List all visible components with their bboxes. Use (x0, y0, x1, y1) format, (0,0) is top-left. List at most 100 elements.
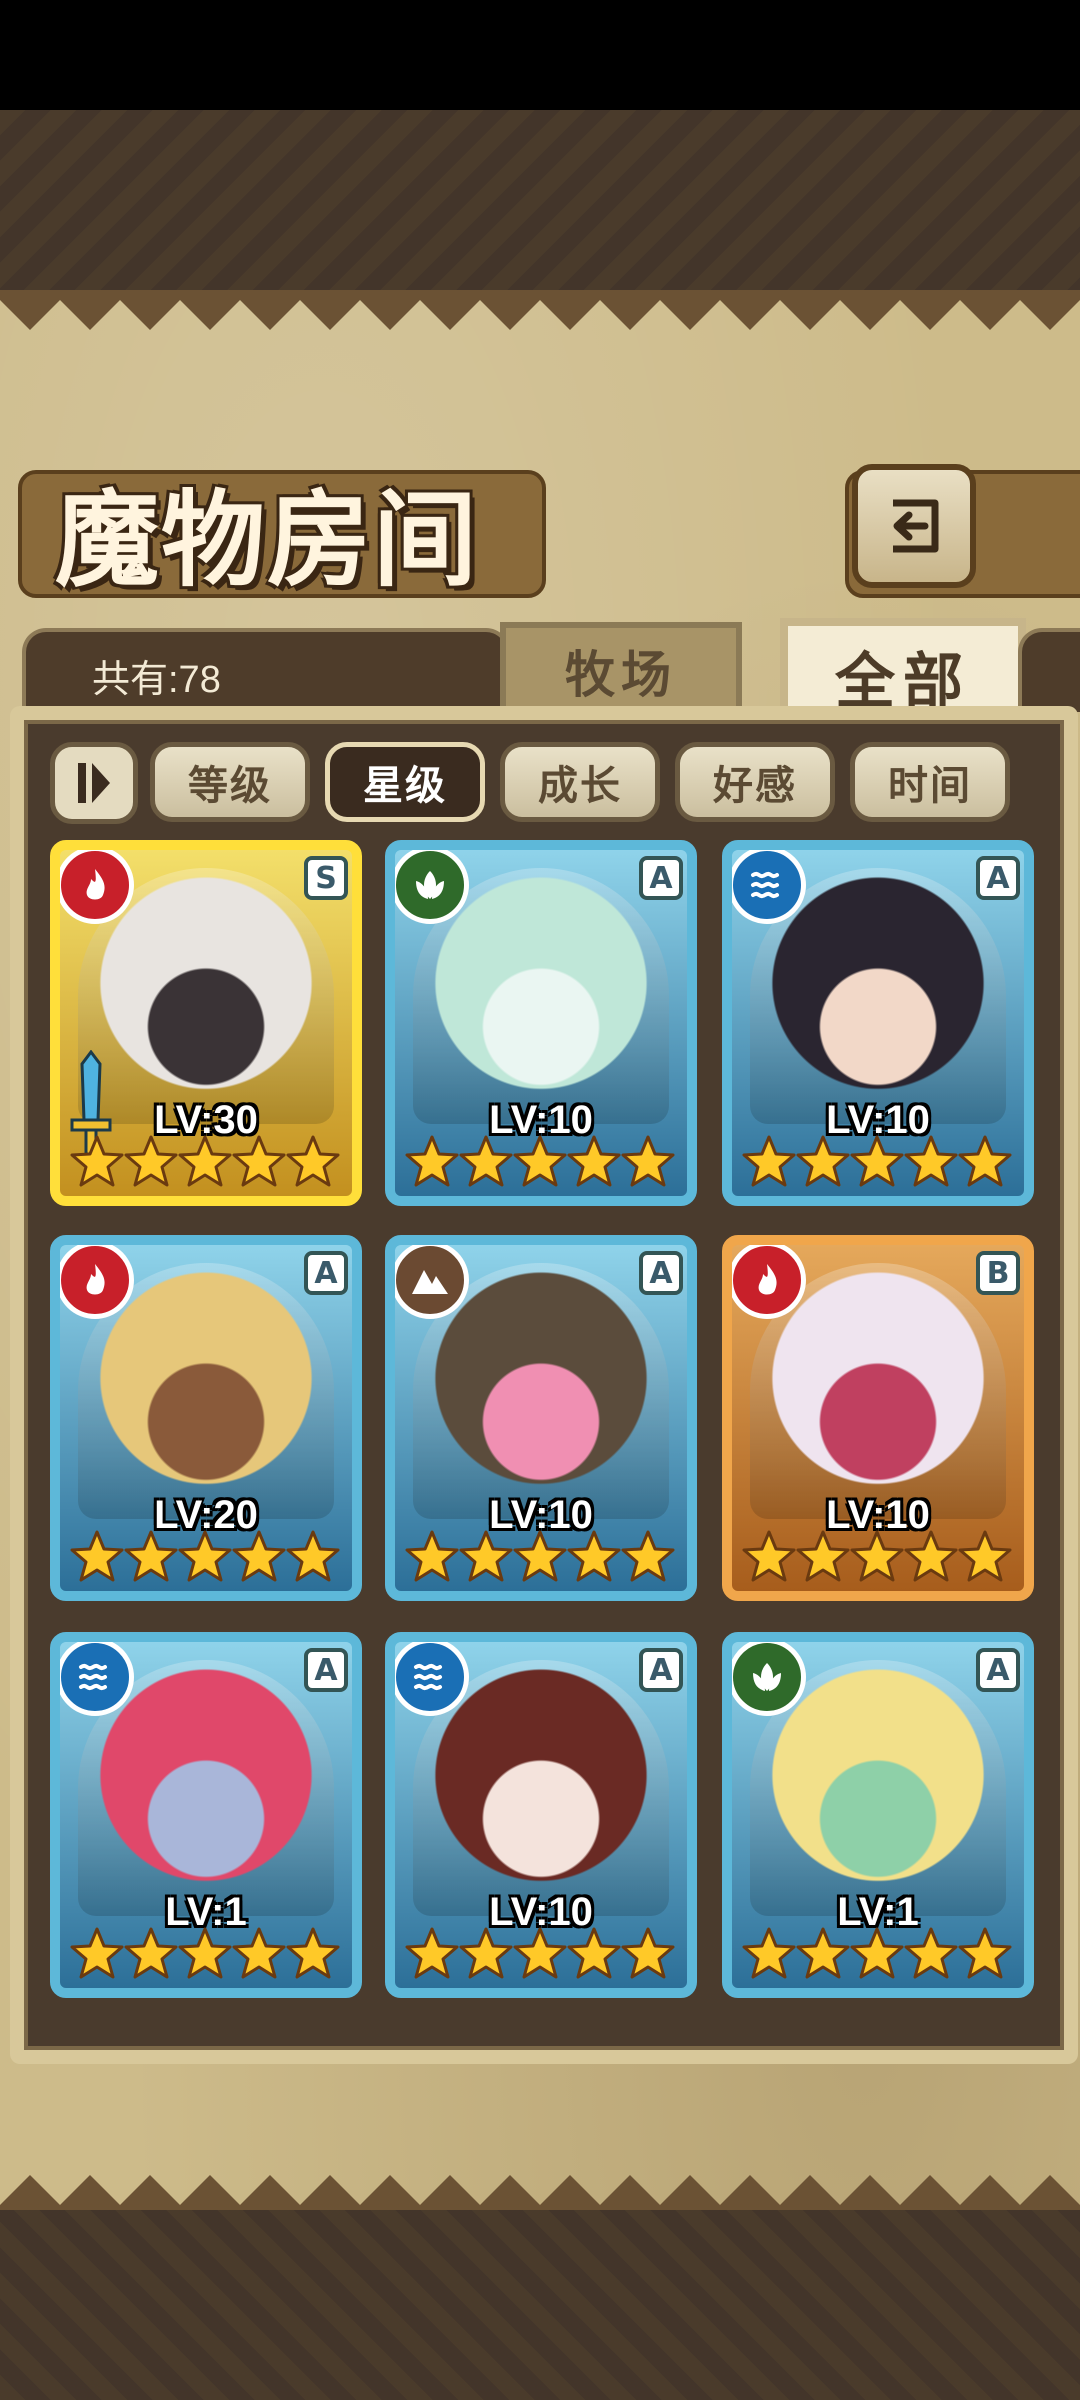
sort-order-toggle[interactable] (50, 742, 138, 824)
star-icon (796, 1135, 850, 1187)
star-icon (567, 1135, 621, 1187)
top-map-band (0, 110, 1080, 300)
star-rating (742, 1922, 1012, 1984)
star-icon (459, 1927, 513, 1979)
star-icon (178, 1135, 232, 1187)
star-rating (70, 1922, 340, 1984)
star-icon (232, 1135, 286, 1187)
star-rating (742, 1525, 1012, 1587)
wood-element-icon (732, 1642, 806, 1716)
star-icon (567, 1530, 621, 1582)
monster-card[interactable]: B LV:10 (722, 1235, 1034, 1601)
bottom-map-band (0, 2210, 1080, 2400)
grade-badge: A (976, 856, 1020, 900)
sort-order-icon (78, 763, 110, 803)
star-rating (405, 1922, 675, 1984)
star-icon (742, 1530, 796, 1582)
monster-card[interactable]: A LV:10 (385, 840, 697, 1206)
monster-card[interactable]: A LV:1 (50, 1632, 362, 1998)
star-rating (742, 1130, 1012, 1192)
star-icon (286, 1927, 340, 1979)
star-icon (621, 1135, 675, 1187)
filter-level[interactable]: 等级 (150, 742, 310, 822)
star-icon (904, 1927, 958, 1979)
star-icon (124, 1530, 178, 1582)
star-rating (405, 1525, 675, 1587)
star-icon (796, 1927, 850, 1979)
star-icon (904, 1135, 958, 1187)
filter-level-label: 等级 (188, 763, 272, 809)
star-rating (70, 1525, 340, 1587)
star-icon (621, 1530, 675, 1582)
status-bar (0, 0, 1080, 110)
monster-count: 共有:78 (92, 659, 221, 701)
star-icon (742, 1135, 796, 1187)
zigzag-border-top (0, 290, 1080, 330)
star-icon (958, 1135, 1012, 1187)
fire-element-icon (732, 1245, 806, 1319)
grade-badge: S (304, 856, 348, 900)
zigzag-border-bottom (0, 2175, 1080, 2215)
filter-star-label: 星级 (363, 763, 447, 809)
water-element-icon (732, 850, 806, 924)
star-icon (459, 1135, 513, 1187)
back-button[interactable] (852, 464, 976, 588)
monster-card[interactable]: A LV:10 (385, 1235, 697, 1601)
filter-affection[interactable]: 好感 (675, 742, 835, 822)
fire-element-icon (60, 1245, 134, 1319)
star-icon (405, 1927, 459, 1979)
star-icon (904, 1530, 958, 1582)
monster-card[interactable]: A LV:10 (722, 840, 1034, 1206)
filter-affection-label: 好感 (713, 763, 797, 809)
filter-growth[interactable]: 成长 (500, 742, 660, 822)
grade-badge: A (304, 1251, 348, 1295)
water-element-icon (395, 1642, 469, 1716)
earth-element-icon (395, 1245, 469, 1319)
tab-strip-edge (1018, 628, 1080, 712)
star-rating (70, 1130, 340, 1192)
grade-badge: A (976, 1648, 1020, 1692)
star-icon (796, 1530, 850, 1582)
grade-badge: A (304, 1648, 348, 1692)
wood-element-icon (395, 850, 469, 924)
star-icon (124, 1135, 178, 1187)
monster-card[interactable]: A LV:1 (722, 1632, 1034, 1998)
filter-time-label: 时间 (888, 763, 972, 809)
star-icon (958, 1530, 1012, 1582)
star-icon (232, 1927, 286, 1979)
back-arrow-icon (893, 499, 939, 553)
star-icon (178, 1927, 232, 1979)
fire-element-icon (60, 850, 134, 924)
page-title: 魔物房间 (55, 478, 480, 601)
filter-star[interactable]: 星级 (325, 742, 485, 822)
water-element-icon (60, 1642, 134, 1716)
tab-ranch-label: 牧场 (565, 646, 677, 704)
filter-growth-label: 成长 (538, 763, 622, 809)
star-icon (459, 1530, 513, 1582)
star-icon (124, 1927, 178, 1979)
star-icon (232, 1530, 286, 1582)
monster-card[interactable]: S LV:30 (50, 840, 362, 1206)
grade-badge: A (639, 1648, 683, 1692)
star-icon (850, 1927, 904, 1979)
star-icon (513, 1927, 567, 1979)
star-icon (178, 1530, 232, 1582)
grade-badge: B (976, 1251, 1020, 1295)
star-icon (621, 1927, 675, 1979)
star-icon (513, 1530, 567, 1582)
monster-card[interactable]: A LV:10 (385, 1632, 697, 1998)
grade-badge: A (639, 856, 683, 900)
star-icon (286, 1135, 340, 1187)
tab-ranch[interactable]: 牧场 (500, 622, 742, 714)
star-icon (958, 1927, 1012, 1979)
star-icon (850, 1530, 904, 1582)
star-icon (70, 1135, 124, 1187)
star-icon (405, 1135, 459, 1187)
monster-card[interactable]: A LV:20 (50, 1235, 362, 1601)
grade-badge: A (639, 1251, 683, 1295)
star-icon (286, 1530, 340, 1582)
star-icon (513, 1135, 567, 1187)
filter-time[interactable]: 时间 (850, 742, 1010, 822)
star-icon (742, 1927, 796, 1979)
star-icon (567, 1927, 621, 1979)
